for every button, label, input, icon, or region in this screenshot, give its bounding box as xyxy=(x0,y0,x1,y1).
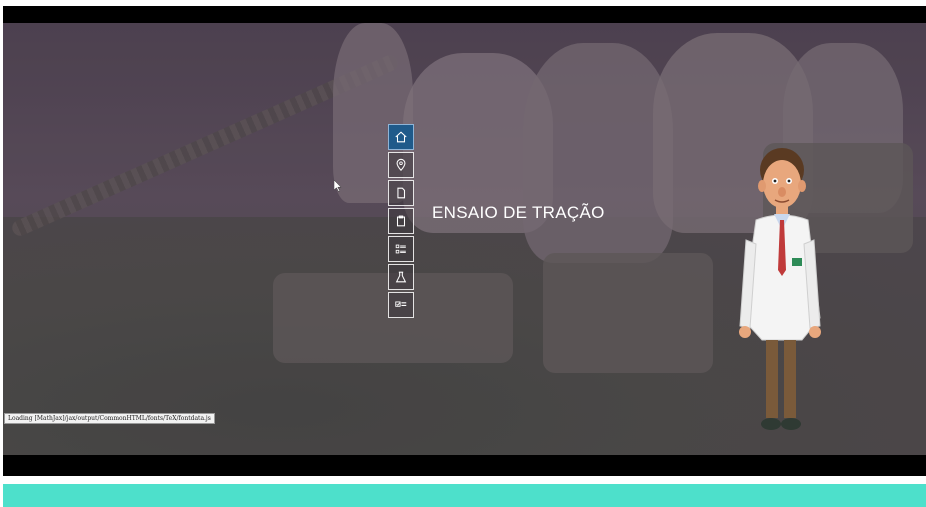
slide-menu xyxy=(388,124,414,318)
bottom-accent-bar xyxy=(3,484,926,507)
menu-checklist-button[interactable] xyxy=(388,292,414,318)
menu-home-button[interactable] xyxy=(388,124,414,150)
doctor-character-image xyxy=(739,148,821,430)
menu-clipboard-button[interactable] xyxy=(388,208,414,234)
menu-list-button[interactable] xyxy=(388,236,414,262)
home-icon xyxy=(395,131,407,143)
flask-icon xyxy=(395,271,407,283)
menu-document-button[interactable] xyxy=(388,180,414,206)
map-pin-icon xyxy=(396,158,406,172)
menu-location-button[interactable] xyxy=(388,152,414,178)
menu-experiment-button[interactable] xyxy=(388,264,414,290)
mathjax-loading-status: Loading [MathJax]/jax/output/CommonHTML/… xyxy=(4,413,215,424)
list-icon xyxy=(395,244,406,254)
document-icon xyxy=(397,187,406,199)
checklist-icon xyxy=(395,301,407,307)
mouse-cursor-icon xyxy=(334,180,342,192)
slide-title: ENSAIO DE TRAÇÃO xyxy=(432,203,605,222)
clipboard-icon xyxy=(396,215,406,227)
